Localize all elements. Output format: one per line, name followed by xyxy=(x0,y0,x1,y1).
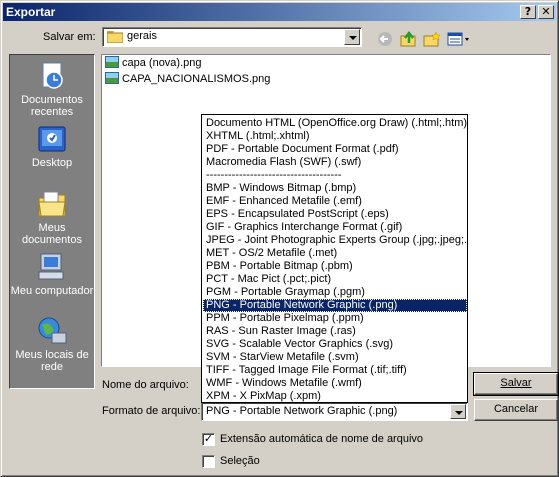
dropdown-option[interactable]: TIFF - Tagged Image File Format (.tif;.t… xyxy=(203,364,467,377)
format-dropdown-list[interactable]: Documento HTML (OpenOffice.org Draw) (.h… xyxy=(201,114,468,403)
image-file-icon xyxy=(105,72,119,84)
new-folder-icon[interactable] xyxy=(423,31,441,47)
filename-label: Nome do arquivo: xyxy=(102,379,189,391)
format-combo[interactable]: PNG - Portable Network Graphic (.png) xyxy=(201,402,468,421)
cancel-button[interactable]: Cancelar xyxy=(474,399,558,421)
folder-icon xyxy=(106,31,124,44)
recent-documents-icon xyxy=(36,60,68,92)
place-label: Meu computador xyxy=(10,285,94,297)
dropdown-option[interactable]: MET - OS/2 Metafile (.met) xyxy=(203,247,467,260)
view-menu-icon[interactable] xyxy=(447,31,471,47)
export-dialog: Exportar ? ✕ Salvar em: gerais Documento… xyxy=(0,0,559,477)
network-places-icon xyxy=(36,315,68,347)
auto-extension-checkbox[interactable]: ✓ xyxy=(202,433,215,446)
save-button[interactable]: Salvar xyxy=(473,372,559,396)
dropdown-option[interactable]: RAS - Sun Raster Image (.ras) xyxy=(203,325,467,338)
dropdown-option[interactable]: Macromedia Flash (SWF) (.swf) xyxy=(203,156,467,169)
dialog-title: Exportar xyxy=(6,5,56,19)
selection-label: Seleção xyxy=(220,455,260,467)
place-my-documents[interactable]: Meus documentos xyxy=(10,188,94,246)
title-bar[interactable]: Exportar ? ✕ xyxy=(3,3,556,21)
dropdown-option[interactable]: Documento HTML (OpenOffice.org Draw) (.h… xyxy=(203,117,467,130)
dropdown-option[interactable]: XHTML (.html;.xhtml) xyxy=(203,130,467,143)
list-item[interactable]: capa (nova).png xyxy=(105,56,202,72)
save-button-label: Salvar xyxy=(500,377,532,389)
chevron-down-icon[interactable] xyxy=(344,29,360,45)
dropdown-option[interactable]: PNG - Portable Network Graphic (.png) xyxy=(203,299,467,312)
save-in-combo[interactable]: gerais xyxy=(102,27,362,47)
chevron-down-icon[interactable] xyxy=(450,404,466,419)
list-item[interactable]: CAPA_NACIONALISMOS.png xyxy=(105,72,270,88)
format-value: PNG - Portable Network Graphic (.png) xyxy=(206,405,398,417)
dropdown-option[interactable]: BMP - Windows Bitmap (.bmp) xyxy=(203,182,467,195)
file-name: CAPA_NACIONALISMOS.png xyxy=(122,73,271,85)
dropdown-option[interactable]: ------------------------------------- xyxy=(203,169,467,182)
dropdown-option[interactable]: EPS - Encapsulated PostScript (.eps) xyxy=(203,208,467,221)
place-desktop[interactable]: Desktop xyxy=(10,123,94,169)
dropdown-option[interactable]: PBM - Portable Bitmap (.pbm) xyxy=(203,260,467,273)
auto-extension-label: Extensão automática de nome de arquivo xyxy=(220,433,424,445)
places-bar: Documentos recentes Desktop Meus documen… xyxy=(9,54,95,389)
dropdown-option[interactable]: JPEG - Joint Photographic Experts Group … xyxy=(203,234,467,247)
dropdown-option[interactable]: PGM - Portable Graymap (.pgm) xyxy=(203,286,467,299)
dropdown-option[interactable]: GIF - Graphics Interchange Format (.gif) xyxy=(203,221,467,234)
file-name: capa (nova).png xyxy=(122,57,202,69)
format-label: Formato de arquivo: xyxy=(102,405,201,417)
desktop-icon xyxy=(36,123,68,155)
selection-checkbox[interactable] xyxy=(202,455,215,468)
place-label: Desktop xyxy=(31,157,73,169)
image-file-icon xyxy=(105,56,119,68)
dropdown-option[interactable]: XPM - X PixMap (.xpm) xyxy=(203,390,467,402)
up-folder-icon[interactable] xyxy=(400,30,418,47)
dropdown-option[interactable]: SVM - StarView Metafile (.svm) xyxy=(203,351,467,364)
close-button[interactable]: ✕ xyxy=(538,5,554,19)
place-my-computer[interactable]: Meu computador xyxy=(10,251,94,297)
place-label: Meus documentos xyxy=(22,222,82,246)
help-button[interactable]: ? xyxy=(520,5,536,19)
save-in-value: gerais xyxy=(127,30,157,42)
dropdown-option[interactable]: WMF - Windows Metafile (.wmf) xyxy=(203,377,467,390)
save-in-label: Salvar em: xyxy=(43,31,96,43)
dropdown-option[interactable]: PCT - Mac Pict (.pct;.pict) xyxy=(203,273,467,286)
place-recent-documents[interactable]: Documentos recentes xyxy=(10,60,94,118)
dropdown-option[interactable]: EMF - Enhanced Metafile (.emf) xyxy=(203,195,467,208)
place-label: Documentos recentes xyxy=(21,94,83,118)
dropdown-option[interactable]: PDF - Portable Document Format (.pdf) xyxy=(203,143,467,156)
dropdown-option[interactable]: PPM - Portable Pixelmap (.ppm) xyxy=(203,312,467,325)
my-documents-icon xyxy=(36,188,68,220)
place-network[interactable]: Meus locais de rede xyxy=(10,315,94,373)
dropdown-option[interactable]: SVG - Scalable Vector Graphics (.svg) xyxy=(203,338,467,351)
my-computer-icon xyxy=(36,251,68,283)
back-icon[interactable] xyxy=(377,31,395,47)
place-label: Meus locais de rede xyxy=(15,349,89,373)
